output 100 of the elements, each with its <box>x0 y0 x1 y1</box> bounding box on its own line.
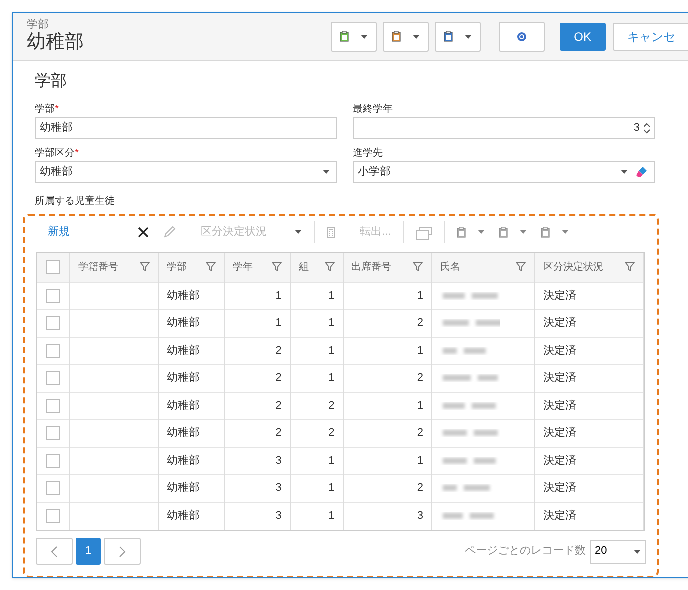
filter-icon[interactable] <box>324 262 335 272</box>
required-mark: * <box>75 148 79 159</box>
table-cell: 決定済 <box>543 427 576 439</box>
section-title: 学部 <box>35 72 68 92</box>
breadcrumb-label: 学部 <box>27 18 50 30</box>
field-label: 最終学年 <box>353 104 393 115</box>
chevron-right-icon <box>119 546 126 558</box>
filter-icon[interactable] <box>272 262 282 272</box>
table-cell: 幼稚部 <box>167 482 200 494</box>
caret-down-icon <box>295 230 302 234</box>
table-cell: 決定済 <box>543 400 576 412</box>
grid-label: 所属する児童生徒 <box>35 194 116 208</box>
table-cell: 1 <box>417 400 424 412</box>
table-cell: 2 <box>417 482 424 494</box>
caret-down-icon <box>562 230 570 234</box>
column-header[interactable]: 学部 <box>167 260 188 275</box>
table-cell: 3 <box>417 510 424 522</box>
filter-icon[interactable] <box>140 262 150 272</box>
column-header[interactable]: 氏名 <box>440 260 460 275</box>
table-cell: 2 <box>276 427 282 439</box>
column-header[interactable]: 組 <box>298 260 309 275</box>
column-header[interactable]: 学籍番号 <box>78 260 118 275</box>
clipboard-icon <box>541 226 550 238</box>
table-cell: 幼稚部 <box>167 317 200 329</box>
table-cell: 1 <box>328 317 335 329</box>
row-checkbox[interactable] <box>46 509 60 523</box>
table-cell: 幼稚部 <box>167 427 200 439</box>
table-cell: 決定済 <box>543 454 576 466</box>
select-all-checkbox[interactable] <box>46 260 60 274</box>
paste-dropdown-button[interactable] <box>434 22 481 52</box>
select-field[interactable]: 幼稚部 <box>35 161 337 183</box>
table-cell: 1 <box>328 344 335 356</box>
table-cell: 2 <box>328 427 335 439</box>
field-value: 幼稚部 <box>40 164 73 180</box>
page-button[interactable]: 1 <box>76 538 101 565</box>
table-cell: 1 <box>328 482 335 494</box>
number-field[interactable]: 3 <box>353 117 655 139</box>
filter-icon[interactable] <box>625 262 635 272</box>
filter-icon[interactable] <box>413 262 424 272</box>
row-checkbox[interactable] <box>46 371 60 386</box>
spinner-arrows-icon <box>644 122 650 134</box>
page-size-select[interactable]: 20 <box>590 540 646 564</box>
row-checkbox[interactable] <box>46 344 60 358</box>
table-cell: 3 <box>276 454 282 466</box>
field-label: 学部 <box>35 104 55 115</box>
filter-icon[interactable] <box>516 262 526 272</box>
page-size-label: ページごとのレコード数 <box>465 544 586 560</box>
row-checkbox[interactable] <box>46 454 60 468</box>
row-checkbox[interactable] <box>46 426 60 440</box>
clipboard-icon <box>444 31 453 42</box>
table-cell: 決定済 <box>543 290 576 302</box>
text-field[interactable]: 幼稚部 <box>35 117 337 139</box>
field-value: 3 <box>634 120 640 136</box>
row-checkbox[interactable] <box>46 316 60 330</box>
table-cell: 1 <box>328 510 335 522</box>
row-checkbox[interactable] <box>46 398 60 413</box>
clipboard-icon <box>457 226 466 238</box>
new-link[interactable]: 新規 <box>48 224 70 240</box>
row-checkbox[interactable] <box>46 288 60 303</box>
column-header[interactable]: 学年 <box>232 260 253 275</box>
table-cell: 幼稚部 <box>167 400 200 412</box>
table-cell: 幼稚部 <box>167 510 200 522</box>
paste-dropdown-button[interactable] <box>330 22 377 52</box>
table-cell: 1 <box>417 290 424 302</box>
table-cell: 1 <box>417 344 424 356</box>
page-title: 幼稚部 <box>27 30 85 54</box>
table-cell: 1 <box>276 290 282 302</box>
close-icon[interactable] <box>138 226 149 238</box>
column-header[interactable]: 出席番号 <box>352 260 392 275</box>
field-label: 進学先 <box>353 148 383 159</box>
table-cell: 決定済 <box>543 510 576 522</box>
chevron-left-icon <box>51 546 58 558</box>
field-label: 学部区分 <box>35 148 75 159</box>
caret-down-icon <box>634 550 641 554</box>
cancel-button[interactable]: キャンセ <box>612 22 688 50</box>
caret-down-icon <box>464 34 472 38</box>
table-cell: 幼稚部 <box>167 290 200 302</box>
field-value: 小学部 <box>358 164 391 180</box>
filter-icon[interactable] <box>206 262 216 272</box>
select-field[interactable]: 小学部 <box>353 161 655 183</box>
caret-down-icon <box>323 170 330 174</box>
table-cell: 幼稚部 <box>167 454 200 466</box>
clipboard-icon <box>392 31 401 42</box>
table-cell: 1 <box>417 454 424 466</box>
clipboard-icon <box>499 226 508 238</box>
row-checkbox[interactable] <box>46 481 60 496</box>
table-cell: 1 <box>328 290 335 302</box>
table-cell: 幼稚部 <box>167 372 200 384</box>
paste-dropdown-button[interactable] <box>382 22 429 52</box>
caret-down-icon <box>360 34 368 38</box>
ok-button[interactable]: OK <box>560 22 606 50</box>
table-cell: 決定済 <box>543 344 576 356</box>
table-cell: 1 <box>328 372 335 384</box>
help-icon <box>516 32 527 42</box>
eraser-icon[interactable] <box>636 166 648 178</box>
table-cell: 決定済 <box>543 317 576 329</box>
table-cell: 2 <box>417 317 424 329</box>
table-cell: 2 <box>276 344 282 356</box>
column-header[interactable]: 区分決定状況 <box>543 260 604 275</box>
help-button[interactable] <box>498 22 545 52</box>
